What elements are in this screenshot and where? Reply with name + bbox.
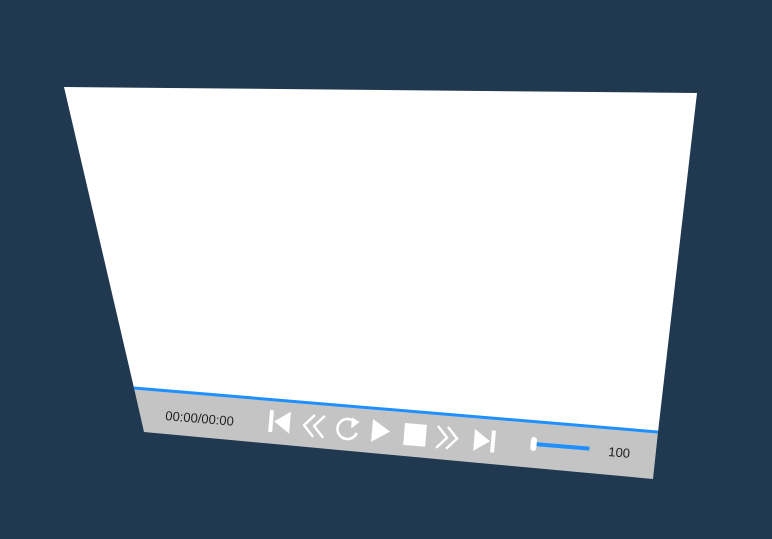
volume-value: 100 (608, 444, 631, 461)
stop-icon[interactable] (403, 423, 427, 447)
background: 00:00/00:00 100 (0, 0, 772, 539)
video-area[interactable] (64, 87, 697, 432)
video-player: 00:00/00:00 100 (64, 87, 697, 479)
